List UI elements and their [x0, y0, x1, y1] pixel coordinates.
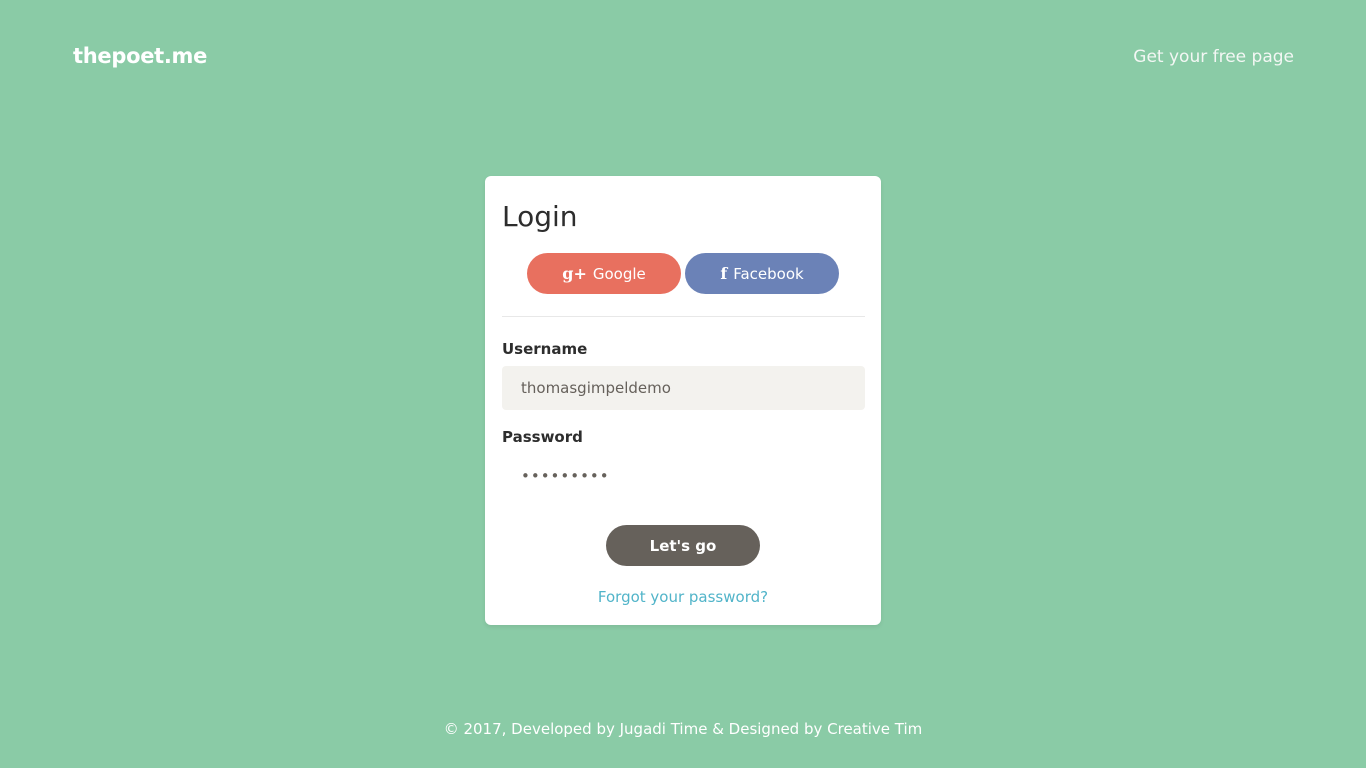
divider: [502, 316, 865, 317]
login-title: Login: [502, 200, 578, 233]
submit-button[interactable]: Let's go: [606, 525, 760, 566]
footer-credits: © 2017, Developed by Jugadi Time & Desig…: [443, 720, 923, 738]
facebook-icon: f: [720, 264, 728, 283]
password-input[interactable]: [502, 454, 865, 498]
facebook-button-label: Facebook: [733, 264, 804, 283]
facebook-login-button[interactable]: f Facebook: [685, 253, 839, 294]
username-label: Username: [502, 340, 588, 358]
google-button-label: Google: [592, 264, 646, 283]
google-plus-icon: g+: [562, 264, 587, 283]
get-free-page-link[interactable]: Get your free page: [1133, 47, 1294, 67]
login-card: Login g+ Google f Facebook Username Pass…: [485, 176, 881, 625]
google-login-button[interactable]: g+ Google: [527, 253, 681, 294]
username-input[interactable]: [502, 366, 865, 410]
forgot-password-link[interactable]: Forgot your password?: [485, 588, 881, 606]
password-label: Password: [502, 428, 583, 446]
brand-logo[interactable]: thepoet.me: [73, 44, 207, 68]
